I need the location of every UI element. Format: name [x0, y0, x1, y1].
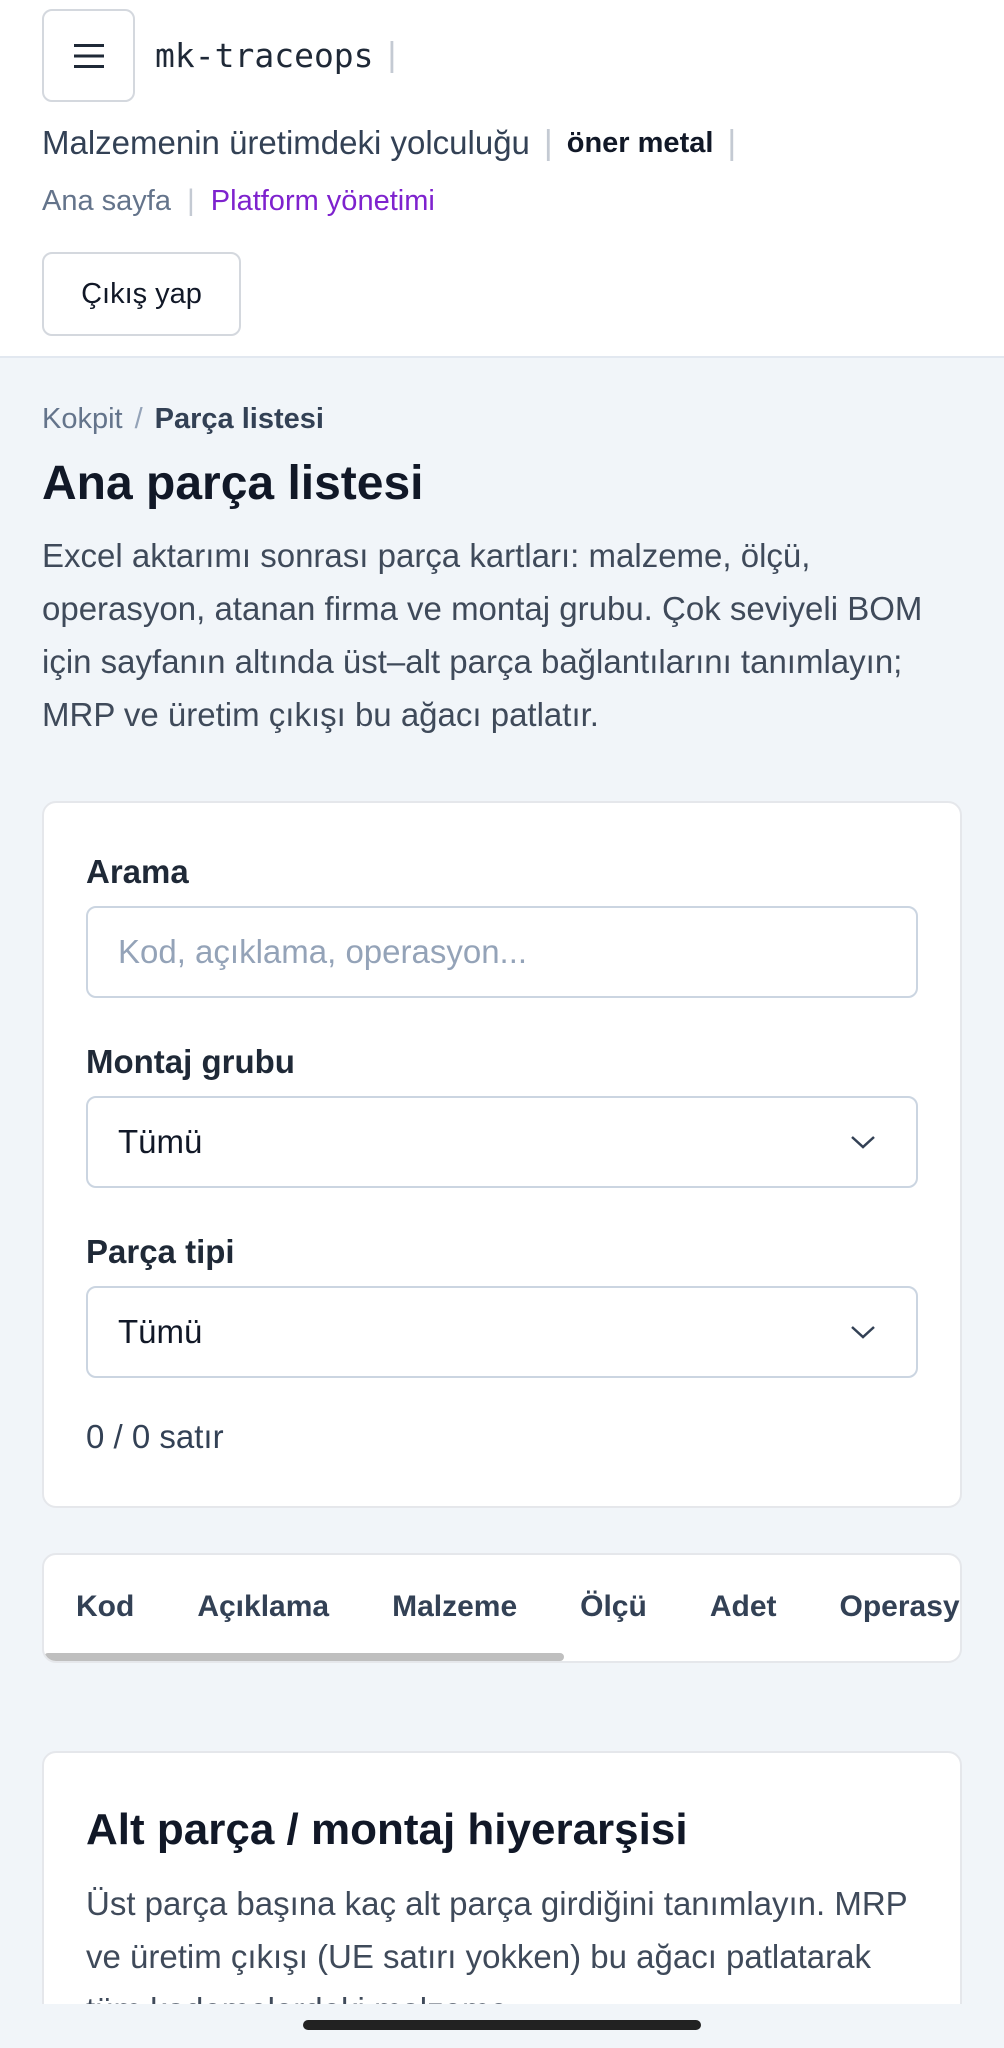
- row-count: 0 / 0 satır: [86, 1418, 224, 1455]
- app-brand[interactable]: mk-traceops: [155, 36, 374, 75]
- search-input[interactable]: Kod, açıklama, operasyon...: [86, 906, 918, 998]
- part-type-label: Parça tipi: [86, 1233, 235, 1270]
- assembly-group-value: Tümü: [118, 1123, 203, 1160]
- column-header-description[interactable]: Açıklama: [197, 1590, 329, 1624]
- nav-link-home[interactable]: Ana sayfa: [42, 185, 171, 218]
- company-name: öner metal: [566, 126, 714, 159]
- brand-row: mk-traceops |: [42, 9, 962, 102]
- app-header: mk-traceops | Malzemenin üretimdeki yolc…: [0, 0, 1004, 358]
- column-header-operation[interactable]: Operasyon: [840, 1590, 961, 1624]
- breadcrumb-separator: /: [134, 403, 143, 435]
- column-header-quantity[interactable]: Adet: [710, 1590, 777, 1624]
- parts-table[interactable]: Kod Açıklama Malzeme Ölçü Adet Operasyon: [42, 1553, 962, 1663]
- column-header-code[interactable]: Kod: [76, 1590, 134, 1624]
- top-nav: Ana sayfa | Platform yönetimi: [42, 180, 962, 222]
- tagline-row: Malzemenin üretimdeki yolculuğu | öner m…: [42, 120, 962, 166]
- divider: |: [727, 123, 737, 162]
- main-content: Kokpit / Parça listesi Ana parça listesi…: [0, 403, 1004, 2048]
- menu-button[interactable]: [42, 9, 135, 102]
- logout-button[interactable]: Çıkış yap: [42, 252, 241, 336]
- column-header-material[interactable]: Malzeme: [392, 1590, 517, 1624]
- search-label: Arama: [86, 853, 189, 890]
- part-type-select[interactable]: Tümü: [86, 1286, 918, 1378]
- part-type-value: Tümü: [118, 1313, 203, 1350]
- assembly-group-label: Montaj grubu: [86, 1043, 295, 1080]
- app-tagline: Malzemenin üretimdeki yolculuğu: [42, 124, 530, 161]
- hierarchy-title: Alt parça / montaj hiyerarşisi: [86, 1805, 688, 1854]
- breadcrumb: Kokpit / Parça listesi: [42, 403, 962, 436]
- assembly-group-select[interactable]: Tümü: [86, 1096, 918, 1188]
- column-header-dimension[interactable]: Ölçü: [580, 1590, 647, 1624]
- divider: |: [543, 123, 553, 162]
- horizontal-scrollbar[interactable]: [44, 1653, 564, 1661]
- divider: |: [387, 36, 397, 74]
- page-title: Ana parça listesi: [42, 457, 424, 510]
- filter-card: Arama Kod, açıklama, operasyon... Montaj…: [42, 801, 962, 1508]
- chevron-down-icon: [851, 1136, 875, 1149]
- table-header-row: Kod Açıklama Malzeme Ölçü Adet Operasyon: [44, 1555, 960, 1659]
- divider: |: [186, 184, 195, 217]
- home-indicator[interactable]: [303, 2020, 701, 2030]
- hamburger-menu-icon: [73, 43, 104, 68]
- breadcrumb-parent[interactable]: Kokpit: [42, 403, 123, 436]
- nav-link-platform-admin[interactable]: Platform yönetimi: [211, 185, 435, 218]
- breadcrumb-current: Parça listesi: [154, 403, 324, 435]
- chevron-down-icon: [851, 1326, 875, 1339]
- page-intro: Excel aktarımı sonrası parça kartları: m…: [42, 537, 923, 733]
